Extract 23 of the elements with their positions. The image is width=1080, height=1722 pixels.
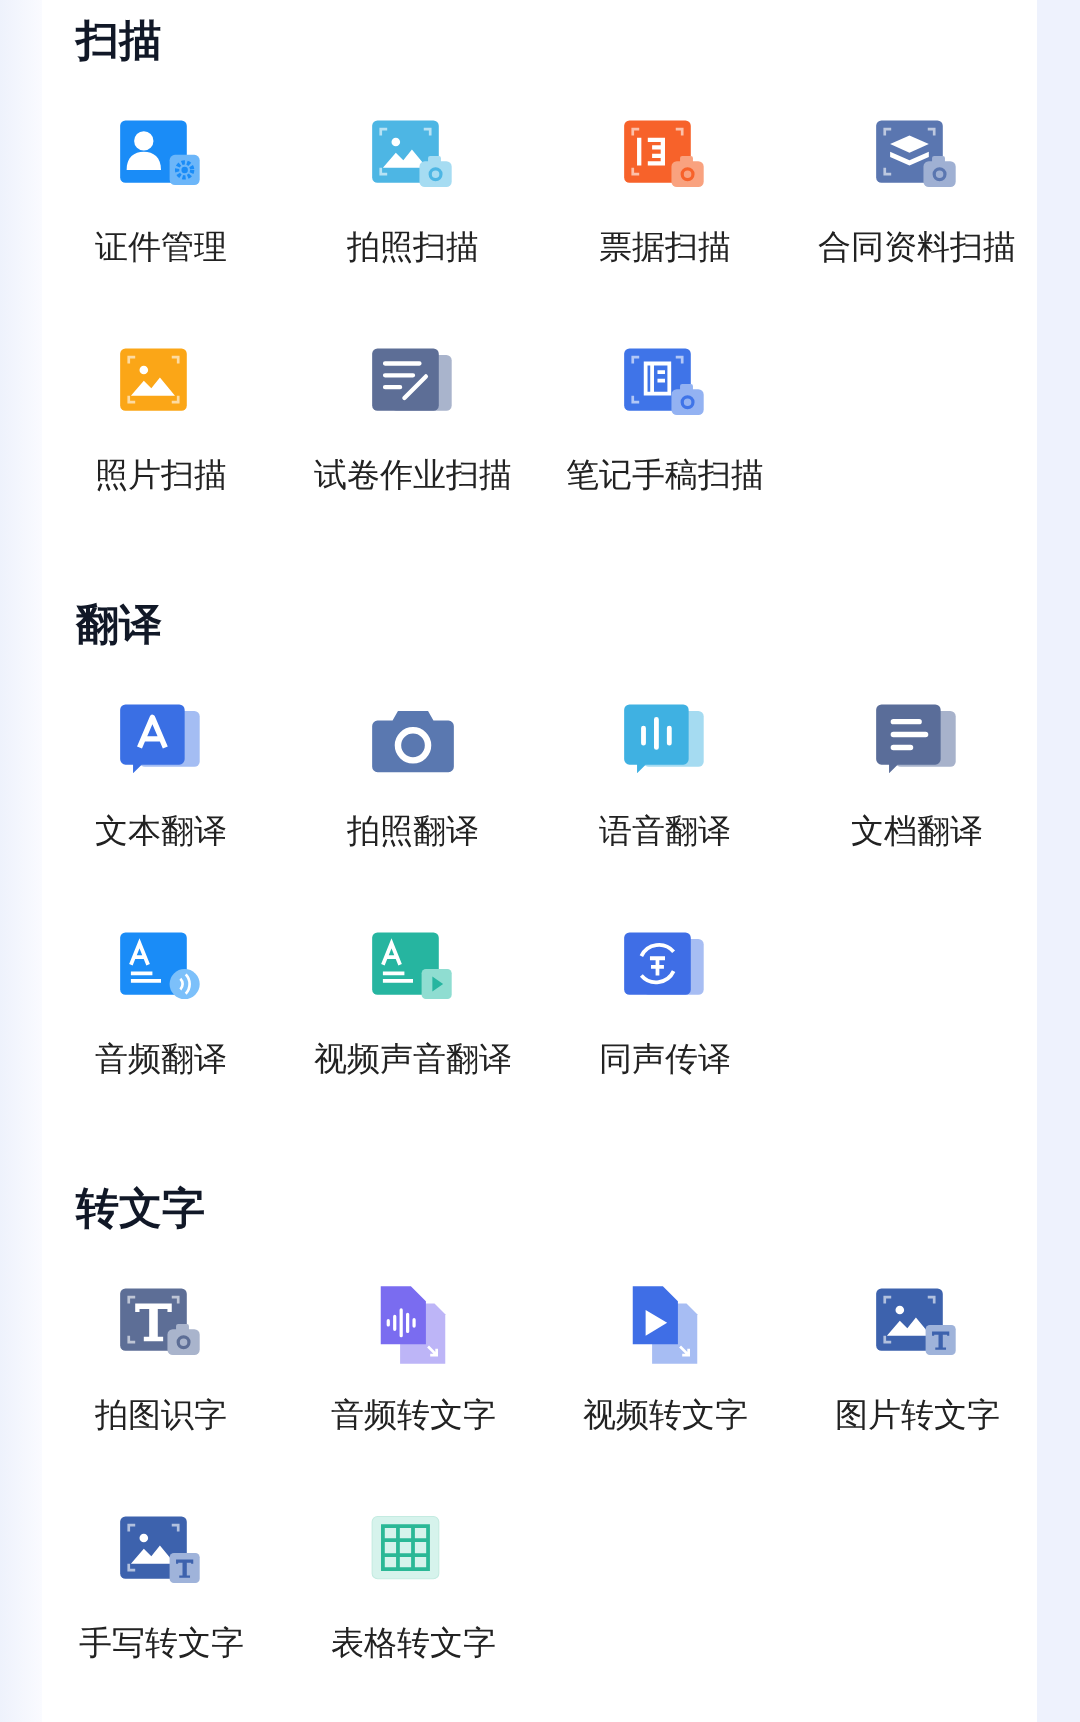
section-title: 扫描 [76,14,163,67]
feature-label[interactable]: 拍照扫描 [347,226,479,268]
feature-label[interactable]: 笔记手稿扫描 [566,454,764,496]
feature-label[interactable]: 手写转文字 [78,1622,244,1664]
feature-label[interactable]: 拍图识字 [95,1394,227,1436]
feature-label[interactable]: 表格转文字 [330,1622,496,1664]
feature-label[interactable]: 音频翻译 [95,1038,227,1080]
feature-label[interactable]: 视频声音翻译 [314,1038,512,1080]
feature-label[interactable]: 同声传译 [599,1038,731,1080]
section-title: 转文字 [76,1182,206,1235]
section-title: 翻译 [76,598,163,651]
feature-label[interactable]: 视频转文字 [582,1394,748,1436]
feature-label[interactable]: 照片扫描 [95,454,227,496]
feature-label[interactable]: 文档翻译 [851,810,983,852]
feature-label[interactable]: 试卷作业扫描 [314,454,512,496]
feature-label[interactable]: 合同资料扫描 [818,226,1016,268]
feature-label[interactable]: 文本翻译 [95,810,227,852]
feature-label[interactable]: 拍照翻译 [347,810,479,852]
feature-label[interactable]: 证件管理 [95,226,227,268]
feature-label[interactable]: 图片转文字 [834,1394,1000,1436]
feature-label[interactable]: 票据扫描 [599,226,731,268]
feature-label[interactable]: 音频转文字 [330,1394,496,1436]
feature-label[interactable]: 语音翻译 [599,810,731,852]
